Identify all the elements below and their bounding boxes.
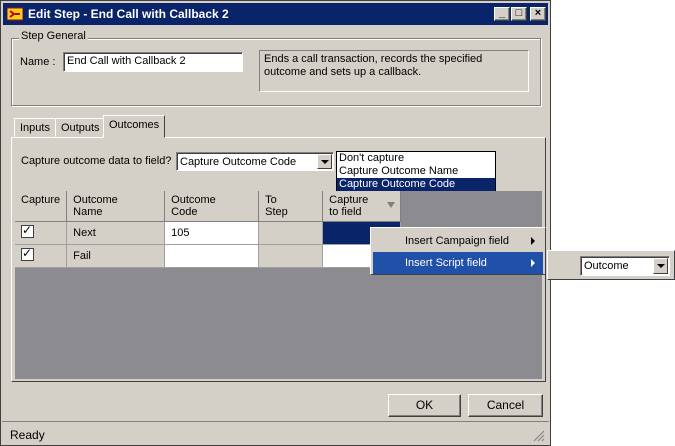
minimize-button[interactable]: _: [494, 7, 510, 21]
script-field-select[interactable]: Outcome: [580, 256, 670, 276]
col-outcome-code[interactable]: Outcome Code: [164, 191, 260, 222]
status-bar: Ready: [2, 421, 549, 445]
outcome-name-cell[interactable]: Fail: [66, 244, 166, 268]
app-icon: [7, 7, 23, 21]
group-label: Step General: [19, 30, 88, 42]
capture-checkbox[interactable]: ✓: [21, 246, 34, 261]
step-description: Ends a call transaction, records the spe…: [259, 50, 529, 92]
maximize-button[interactable]: □: [511, 7, 527, 21]
col-capture-to-field[interactable]: Capture to field: [322, 191, 402, 222]
submenu-arrow-icon: [531, 237, 535, 245]
capture-cell[interactable]: ✓: [15, 244, 68, 268]
table-row[interactable]: ✓ Fail: [15, 244, 402, 268]
capture-outcome-label: Capture outcome data to field?: [21, 155, 172, 167]
col-to-step[interactable]: To Step: [258, 191, 324, 222]
outcome-code-cell[interactable]: [164, 244, 260, 268]
title-bar[interactable]: Edit Step - End Call with Callback 2 _ □…: [3, 3, 548, 25]
option-capture-outcome-code[interactable]: Capture Outcome Code: [337, 178, 495, 191]
outcome-code-cell[interactable]: 105: [164, 221, 260, 245]
table-row[interactable]: ✓ Next 105: [15, 221, 402, 245]
status-text: Ready: [10, 428, 45, 442]
name-field[interactable]: End Call with Callback 2: [63, 52, 243, 72]
script-field-submenu: Outcome: [547, 250, 675, 280]
capture-cell[interactable]: ✓: [15, 221, 68, 245]
edit-step-window: Edit Step - End Call with Callback 2 _ □…: [0, 0, 551, 446]
chevron-down-icon[interactable]: [317, 154, 332, 169]
capture-outcome-options: Don't capture Capture Outcome Name Captu…: [336, 151, 496, 191]
cancel-button[interactable]: Cancel: [468, 394, 543, 417]
option-dont-capture[interactable]: Don't capture: [337, 152, 495, 165]
tab-inputs[interactable]: Inputs: [14, 118, 56, 137]
ok-button[interactable]: OK: [388, 394, 461, 417]
col-capture[interactable]: Capture: [15, 191, 68, 222]
to-step-cell[interactable]: [258, 244, 324, 268]
window-title: Edit Step - End Call with Callback 2: [28, 7, 229, 21]
resize-grip-icon[interactable]: [533, 430, 545, 442]
close-button[interactable]: ×: [530, 7, 546, 21]
outcomes-grid: Capture Outcome Name Outcome Code To Ste…: [15, 191, 402, 268]
capture-checkbox[interactable]: ✓: [21, 223, 34, 238]
name-label: Name :: [20, 56, 56, 68]
chevron-down-icon[interactable]: [653, 258, 668, 274]
context-menu: Insert Campaign field Insert Script fiel…: [370, 227, 546, 275]
submenu-arrow-icon: [531, 259, 535, 267]
option-capture-outcome-name[interactable]: Capture Outcome Name: [337, 165, 495, 178]
to-step-cell[interactable]: [258, 221, 324, 245]
tab-outputs[interactable]: Outputs: [55, 118, 106, 137]
capture-outcome-select[interactable]: Capture Outcome Code: [176, 152, 334, 171]
sort-arrow-icon: [387, 202, 396, 208]
outcome-name-cell[interactable]: Next: [66, 221, 166, 245]
menu-item-insert-campaign-field[interactable]: Insert Campaign field: [373, 230, 543, 252]
tab-outcomes[interactable]: Outcomes: [103, 115, 166, 138]
col-outcome-name[interactable]: Outcome Name: [66, 191, 166, 222]
menu-item-insert-script-field[interactable]: Insert Script field: [373, 252, 543, 274]
